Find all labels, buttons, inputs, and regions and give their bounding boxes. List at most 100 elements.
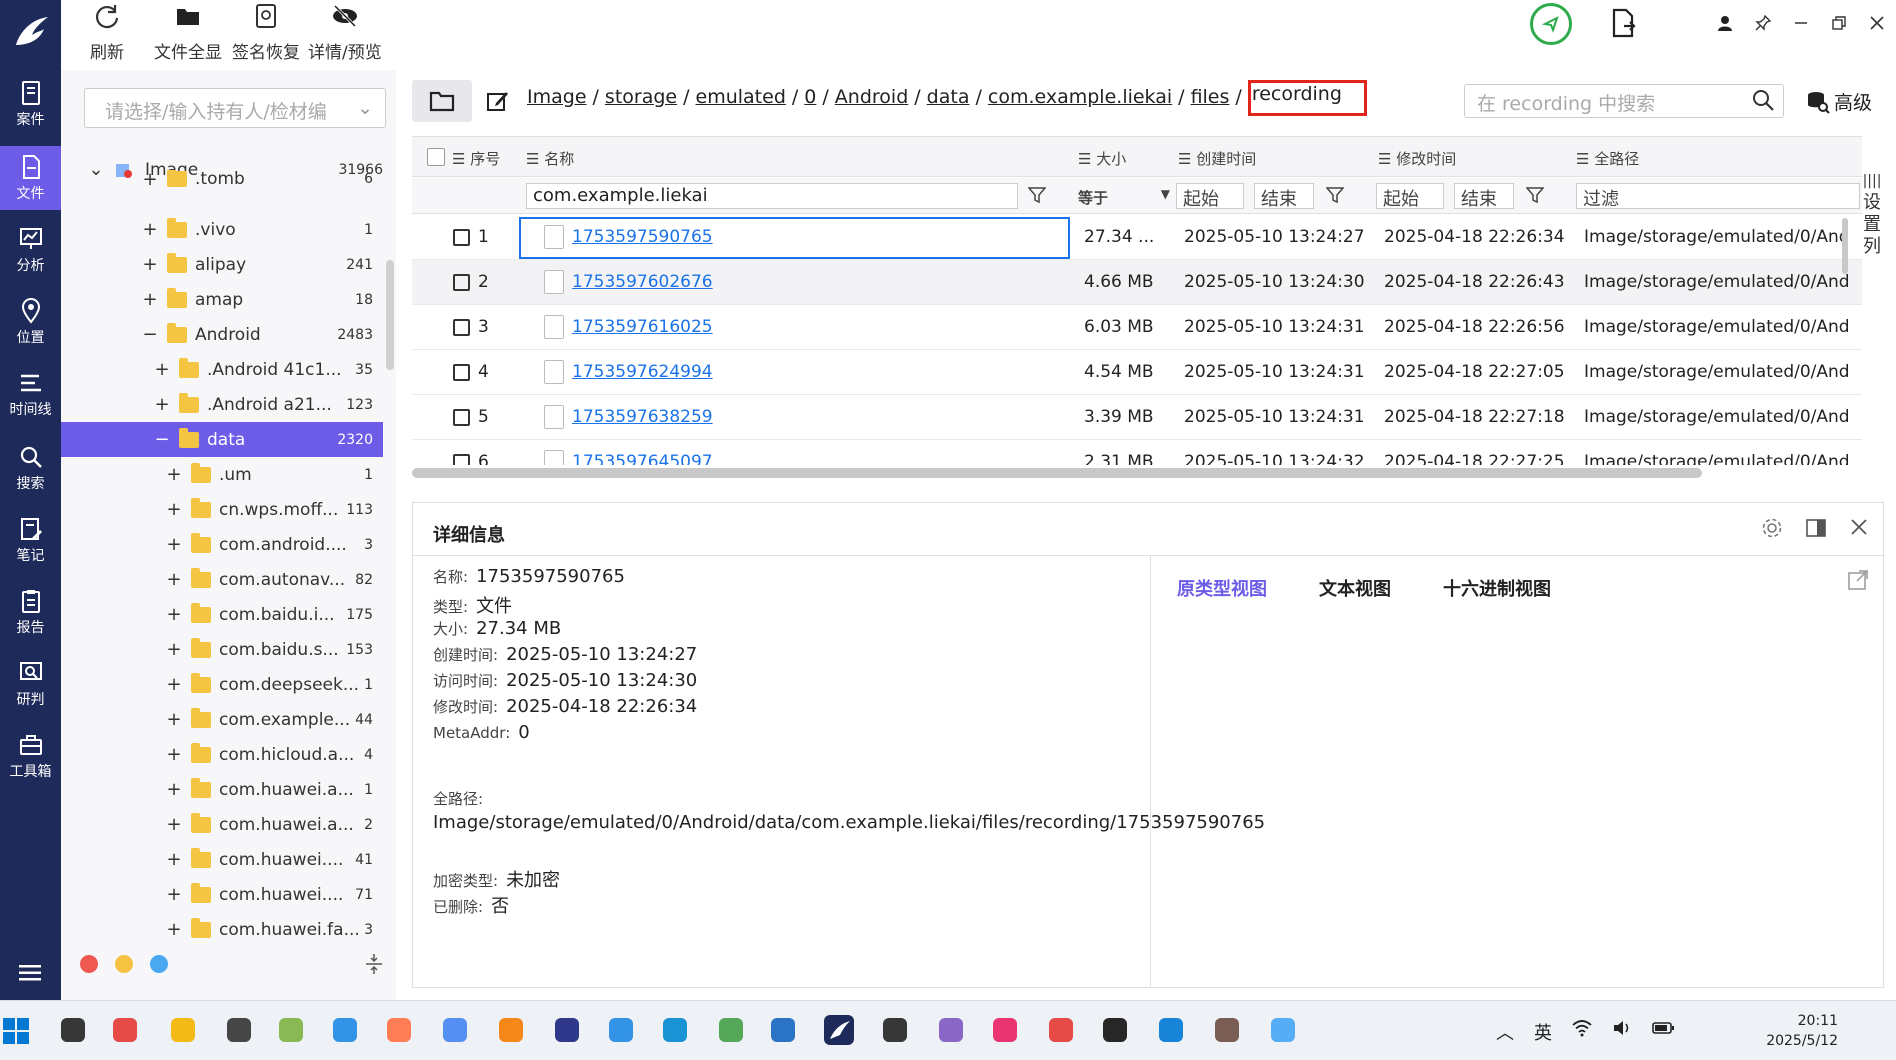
- row-checkbox[interactable]: [453, 364, 470, 381]
- nav-item-file[interactable]: 文件: [0, 146, 61, 210]
- expand-icon[interactable]: +: [153, 359, 171, 380]
- tree-item[interactable]: + com.android.... 3: [61, 527, 383, 562]
- col-fullpath-header[interactable]: ☰ 全路径: [1576, 148, 1639, 169]
- expand-icon[interactable]: +: [141, 219, 159, 240]
- breadcrumb-segment[interactable]: 0: [804, 86, 816, 116]
- tab-raw-view[interactable]: 原类型视图: [1177, 575, 1267, 601]
- expand-icon[interactable]: +: [165, 639, 183, 660]
- taskbar-app-icon[interactable]: [1268, 1015, 1298, 1045]
- tree-item[interactable]: + .tomb 6: [61, 170, 383, 188]
- expand-icon[interactable]: +: [165, 849, 183, 870]
- col-index-header[interactable]: ☰ 序号: [452, 148, 500, 169]
- nav-item-location[interactable]: 位置: [0, 290, 61, 354]
- table-row[interactable]: 2 1753597602676 4.66 MB 2025-05-10 13:24:30…: [412, 260, 1862, 305]
- tree-item[interactable]: + .Android 41c1... 35: [61, 352, 383, 387]
- expand-icon[interactable]: +: [165, 499, 183, 520]
- split-view-icon[interactable]: [1805, 517, 1827, 543]
- expand-icon[interactable]: +: [165, 744, 183, 765]
- collapse-all-icon[interactable]: [364, 952, 384, 980]
- taskbar-clock[interactable]: 20:11 2025/5/12: [1766, 1011, 1838, 1051]
- modified-start-input[interactable]: 起始: [1376, 183, 1444, 210]
- expand-icon[interactable]: +: [165, 674, 183, 695]
- folder-search-input[interactable]: 在 recording 中搜索: [1464, 84, 1784, 118]
- nav-item-notes[interactable]: 笔记: [0, 508, 61, 572]
- size-operator-select[interactable]: 等于 ▼: [1072, 186, 1172, 212]
- nav-item-analysis[interactable]: 分析: [0, 218, 61, 282]
- input-language[interactable]: 英: [1534, 1019, 1552, 1045]
- expand-icon[interactable]: +: [141, 289, 159, 310]
- tree-item[interactable]: − data 2320: [61, 422, 383, 457]
- taskbar-app-icon[interactable]: [440, 1015, 470, 1045]
- file-name-link[interactable]: 1753597624994: [572, 362, 713, 382]
- breadcrumb-current[interactable]: recording: [1247, 80, 1367, 116]
- expand-icon[interactable]: +: [141, 170, 159, 188]
- refresh-button[interactable]: 刷新: [90, 0, 124, 68]
- taskbar-app-icon[interactable]: [936, 1015, 966, 1045]
- tree-item[interactable]: + amap 18: [61, 282, 383, 317]
- gear-icon[interactable]: [1761, 517, 1783, 543]
- nav-item-case[interactable]: 案件: [0, 72, 61, 136]
- taskbar-app-icon[interactable]: [1046, 1015, 1076, 1045]
- expand-icon[interactable]: +: [165, 464, 183, 485]
- tree-item[interactable]: + com.baidu.s... 153: [61, 632, 383, 667]
- nav-item-timeline[interactable]: 时间线: [0, 362, 61, 426]
- table-row[interactable]: 5 1753597638259 3.39 MB 2025-05-10 13:24:31…: [412, 395, 1862, 440]
- wifi-icon[interactable]: [1572, 1019, 1592, 1045]
- taskbar-app-icon[interactable]: [880, 1015, 910, 1045]
- advanced-search-button[interactable]: 高级: [1806, 88, 1872, 115]
- expand-icon[interactable]: +: [165, 814, 183, 835]
- breadcrumb-segment[interactable]: storage: [605, 86, 677, 116]
- file-name-link[interactable]: 1753597645097: [572, 452, 713, 465]
- menu-icon[interactable]: [0, 955, 61, 991]
- close-detail-icon[interactable]: [1849, 517, 1869, 543]
- taskbar-app-icon[interactable]: [58, 1015, 88, 1045]
- expand-icon[interactable]: +: [141, 254, 159, 275]
- column-settings-button[interactable]: |||| 设置列: [1862, 170, 1882, 258]
- table-row[interactable]: 6 1753597645097 2.31 MB 2025-05-10 13:24:32…: [412, 440, 1862, 465]
- taskbar-app-icon[interactable]: [110, 1015, 140, 1045]
- close-window-icon[interactable]: [1858, 3, 1896, 43]
- nav-item-toolbox[interactable]: 工具箱: [0, 724, 61, 788]
- taskbar-app-icon[interactable]: [1156, 1015, 1186, 1045]
- col-name-header[interactable]: ☰ 名称: [526, 148, 574, 169]
- tree-item[interactable]: + com.autonav... 82: [61, 562, 383, 597]
- tree-item[interactable]: + .um 1: [61, 457, 383, 492]
- col-size-header[interactable]: ☰ 大小: [1078, 148, 1126, 169]
- tree-item[interactable]: + com.deepseek... 1: [61, 667, 383, 702]
- tree-item[interactable]: + com.huawei.... 41: [61, 842, 383, 877]
- breadcrumb-segment[interactable]: files: [1191, 86, 1230, 116]
- expand-icon[interactable]: +: [165, 569, 183, 590]
- taskbar-app-icon[interactable]: [660, 1015, 690, 1045]
- expand-icon[interactable]: +: [153, 394, 171, 415]
- user-icon[interactable]: [1706, 3, 1744, 43]
- row-checkbox[interactable]: [453, 319, 470, 336]
- breadcrumb-segment[interactable]: Image: [527, 86, 587, 116]
- taskbar-app-icon[interactable]: [552, 1015, 582, 1045]
- tab-text-view[interactable]: 文本视图: [1319, 575, 1391, 601]
- table-vertical-scrollbar[interactable]: [1842, 218, 1848, 274]
- name-filter-icon[interactable]: [1027, 186, 1047, 208]
- taskbar-app-icon[interactable]: [168, 1015, 198, 1045]
- tree-scrollbar[interactable]: [386, 260, 394, 370]
- holder-select[interactable]: 请选择/输入持有人/检材编 ⌄: [84, 88, 386, 128]
- tree-item[interactable]: + com.huawei.a... 1: [61, 772, 383, 807]
- show-all-files-button[interactable]: 文件全显: [154, 0, 222, 68]
- taskbar-app-icon[interactable]: [1100, 1015, 1130, 1045]
- expand-icon[interactable]: +: [165, 779, 183, 800]
- nav-item-judge[interactable]: 研判: [0, 652, 61, 716]
- taskbar-app-icon[interactable]: [330, 1015, 360, 1045]
- taskbar-app-icon[interactable]: [496, 1015, 526, 1045]
- name-filter-input[interactable]: com.example.liekai: [526, 183, 1018, 209]
- export-file-icon[interactable]: [1610, 8, 1638, 42]
- taskbar-app-icon[interactable]: [1212, 1015, 1242, 1045]
- table-horizontal-scrollbar[interactable]: [412, 468, 1702, 478]
- modified-end-input[interactable]: 结束: [1454, 183, 1514, 210]
- minimize-icon[interactable]: [1782, 3, 1820, 43]
- collapse-icon[interactable]: −: [141, 324, 159, 345]
- windows-start-icon[interactable]: [2, 1017, 30, 1049]
- tree-item[interactable]: + com.example... 44: [61, 702, 383, 737]
- row-checkbox[interactable]: [453, 229, 470, 246]
- modified-filter-icon[interactable]: [1525, 186, 1545, 208]
- breadcrumb-segment[interactable]: data: [927, 86, 970, 116]
- fullpath-filter-input[interactable]: 过滤: [1576, 183, 1860, 210]
